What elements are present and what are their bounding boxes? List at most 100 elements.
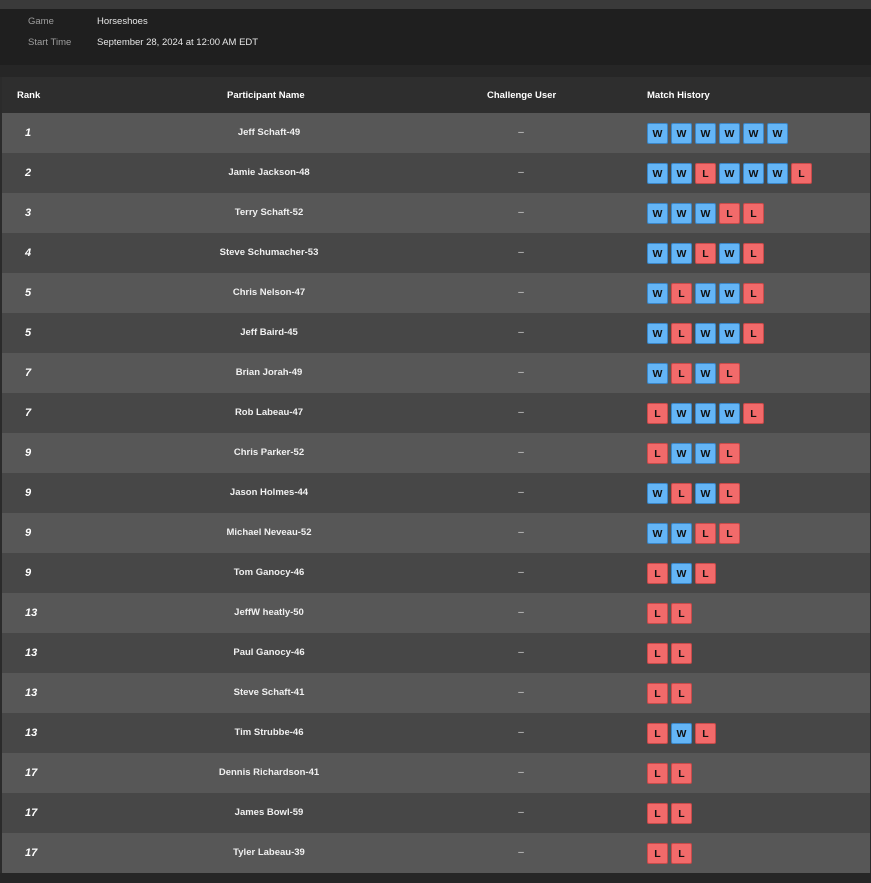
table-row[interactable]: 4 Steve Schumacher-53– W W L W L bbox=[2, 233, 870, 273]
participant-name-cell[interactable]: JeffW heatly-50 bbox=[169, 593, 369, 633]
loss-badge[interactable]: L bbox=[671, 323, 692, 344]
win-badge[interactable]: W bbox=[743, 123, 764, 144]
loss-badge[interactable]: L bbox=[647, 443, 668, 464]
win-badge[interactable]: W bbox=[671, 203, 692, 224]
win-badge[interactable]: W bbox=[719, 123, 740, 144]
win-badge[interactable]: W bbox=[719, 243, 740, 264]
loss-badge[interactable]: L bbox=[719, 523, 740, 544]
participant-name-cell[interactable]: Terry Schaft-52 bbox=[169, 193, 369, 233]
win-badge[interactable]: W bbox=[671, 443, 692, 464]
loss-badge[interactable]: L bbox=[695, 563, 716, 584]
participant-name-cell[interactable]: Tom Ganocy-46 bbox=[169, 553, 369, 593]
loss-badge[interactable]: L bbox=[671, 603, 692, 624]
table-row[interactable]: 9 Michael Neveau-52– W W L L bbox=[2, 513, 870, 553]
participant-name-cell[interactable]: Paul Ganocy-46 bbox=[169, 633, 369, 673]
win-badge[interactable]: W bbox=[647, 163, 668, 184]
loss-badge[interactable]: L bbox=[647, 723, 668, 744]
participant-name-cell[interactable]: Michael Neveau-52 bbox=[169, 513, 369, 553]
table-row[interactable]: 1 Jeff Schaft-49– W W W W W W bbox=[2, 113, 870, 153]
loss-badge[interactable]: L bbox=[671, 763, 692, 784]
table-row[interactable]: 3 Terry Schaft-52– W W W L L bbox=[2, 193, 870, 233]
table-row[interactable]: 2 Jamie Jackson-48– W W L W W W L bbox=[2, 153, 870, 193]
loss-badge[interactable]: L bbox=[671, 283, 692, 304]
table-row[interactable]: 5 Chris Nelson-47– W L W W L bbox=[2, 273, 870, 313]
participant-name-cell[interactable]: Steve Schaft-41 bbox=[169, 673, 369, 713]
participant-name-cell[interactable]: Rob Labeau-47 bbox=[169, 393, 369, 433]
loss-badge[interactable]: L bbox=[647, 563, 668, 584]
win-badge[interactable]: W bbox=[671, 523, 692, 544]
win-badge[interactable]: W bbox=[695, 403, 716, 424]
loss-badge[interactable]: L bbox=[647, 763, 668, 784]
table-row[interactable]: 17 Dennis Richardson-41 – L L bbox=[2, 753, 870, 793]
table-row[interactable]: 17 Tyler Labeau-39 – L L bbox=[2, 833, 870, 873]
win-badge[interactable]: W bbox=[671, 243, 692, 264]
participant-name-cell[interactable]: James Bowl-59 bbox=[169, 793, 369, 833]
loss-badge[interactable]: L bbox=[671, 363, 692, 384]
rank-header[interactable]: Rank bbox=[17, 77, 40, 115]
win-badge[interactable]: W bbox=[671, 723, 692, 744]
loss-badge[interactable]: L bbox=[647, 803, 668, 824]
participant-name-cell[interactable]: Dennis Richardson-41 bbox=[169, 753, 369, 793]
win-badge[interactable]: W bbox=[647, 123, 668, 144]
table-row[interactable]: 13 Steve Schaft-41 – L L bbox=[2, 673, 870, 713]
win-badge[interactable]: W bbox=[647, 203, 668, 224]
loss-badge[interactable]: L bbox=[719, 483, 740, 504]
participant-name-cell[interactable]: Jamie Jackson-48 bbox=[169, 153, 369, 193]
loss-badge[interactable]: L bbox=[743, 243, 764, 264]
loss-badge[interactable]: L bbox=[647, 683, 668, 704]
table-row[interactable]: 7 Brian Jorah-49– W L W L bbox=[2, 353, 870, 393]
loss-badge[interactable]: L bbox=[743, 403, 764, 424]
table-row[interactable]: 9 Tom Ganocy-46 – L W L bbox=[2, 553, 870, 593]
loss-badge[interactable]: L bbox=[719, 443, 740, 464]
win-badge[interactable]: W bbox=[695, 363, 716, 384]
loss-badge[interactable]: L bbox=[647, 603, 668, 624]
win-badge[interactable]: W bbox=[719, 403, 740, 424]
participant-name-cell[interactable]: Chris Parker-52 bbox=[169, 433, 369, 473]
loss-badge[interactable]: L bbox=[647, 643, 668, 664]
win-badge[interactable]: W bbox=[671, 403, 692, 424]
win-badge[interactable]: W bbox=[671, 123, 692, 144]
win-badge[interactable]: W bbox=[647, 363, 668, 384]
participant-name-cell[interactable]: Tyler Labeau-39 bbox=[169, 833, 369, 873]
win-badge[interactable]: W bbox=[695, 443, 716, 464]
loss-badge[interactable]: L bbox=[671, 483, 692, 504]
table-row[interactable]: 9 Jason Holmes-44– W L W L bbox=[2, 473, 870, 513]
table-row[interactable]: 5 Jeff Baird-45– W L W W L bbox=[2, 313, 870, 353]
win-badge[interactable]: W bbox=[719, 163, 740, 184]
loss-badge[interactable]: L bbox=[647, 843, 668, 864]
win-badge[interactable]: W bbox=[695, 323, 716, 344]
win-badge[interactable]: W bbox=[647, 283, 668, 304]
win-badge[interactable]: W bbox=[647, 483, 668, 504]
participant-name-cell[interactable]: Jeff Baird-45 bbox=[169, 313, 369, 353]
table-row[interactable]: 7 Rob Labeau-47– L W W W L bbox=[2, 393, 870, 433]
win-badge[interactable]: W bbox=[695, 283, 716, 304]
loss-badge[interactable]: L bbox=[647, 403, 668, 424]
loss-badge[interactable]: L bbox=[671, 643, 692, 664]
loss-badge[interactable]: L bbox=[671, 683, 692, 704]
match-history-header[interactable]: Match History bbox=[647, 77, 710, 115]
win-badge[interactable]: W bbox=[719, 323, 740, 344]
table-row[interactable]: 17 James Bowl-59 – L L bbox=[2, 793, 870, 833]
loss-badge[interactable]: L bbox=[743, 203, 764, 224]
win-badge[interactable]: W bbox=[743, 163, 764, 184]
loss-badge[interactable]: L bbox=[695, 523, 716, 544]
win-badge[interactable]: W bbox=[695, 123, 716, 144]
loss-badge[interactable]: L bbox=[671, 803, 692, 824]
win-badge[interactable]: W bbox=[671, 563, 692, 584]
win-badge[interactable]: W bbox=[647, 243, 668, 264]
win-badge[interactable]: W bbox=[671, 163, 692, 184]
loss-badge[interactable]: L bbox=[791, 163, 812, 184]
participant-name-cell[interactable]: Chris Nelson-47 bbox=[169, 273, 369, 313]
table-row[interactable]: 13 Paul Ganocy-46 – L L bbox=[2, 633, 870, 673]
loss-badge[interactable]: L bbox=[695, 163, 716, 184]
participant-name-cell[interactable]: Tim Strubbe-46 bbox=[169, 713, 369, 753]
participant-name-cell[interactable]: Jeff Schaft-49 bbox=[169, 113, 369, 153]
table-row[interactable]: 9 Chris Parker-52– L W W L bbox=[2, 433, 870, 473]
loss-badge[interactable]: L bbox=[719, 203, 740, 224]
loss-badge[interactable]: L bbox=[671, 843, 692, 864]
challenge-user-header[interactable]: Challenge User bbox=[487, 77, 556, 115]
loss-badge[interactable]: L bbox=[743, 283, 764, 304]
loss-badge[interactable]: L bbox=[743, 323, 764, 344]
win-badge[interactable]: W bbox=[767, 163, 788, 184]
win-badge[interactable]: W bbox=[695, 203, 716, 224]
